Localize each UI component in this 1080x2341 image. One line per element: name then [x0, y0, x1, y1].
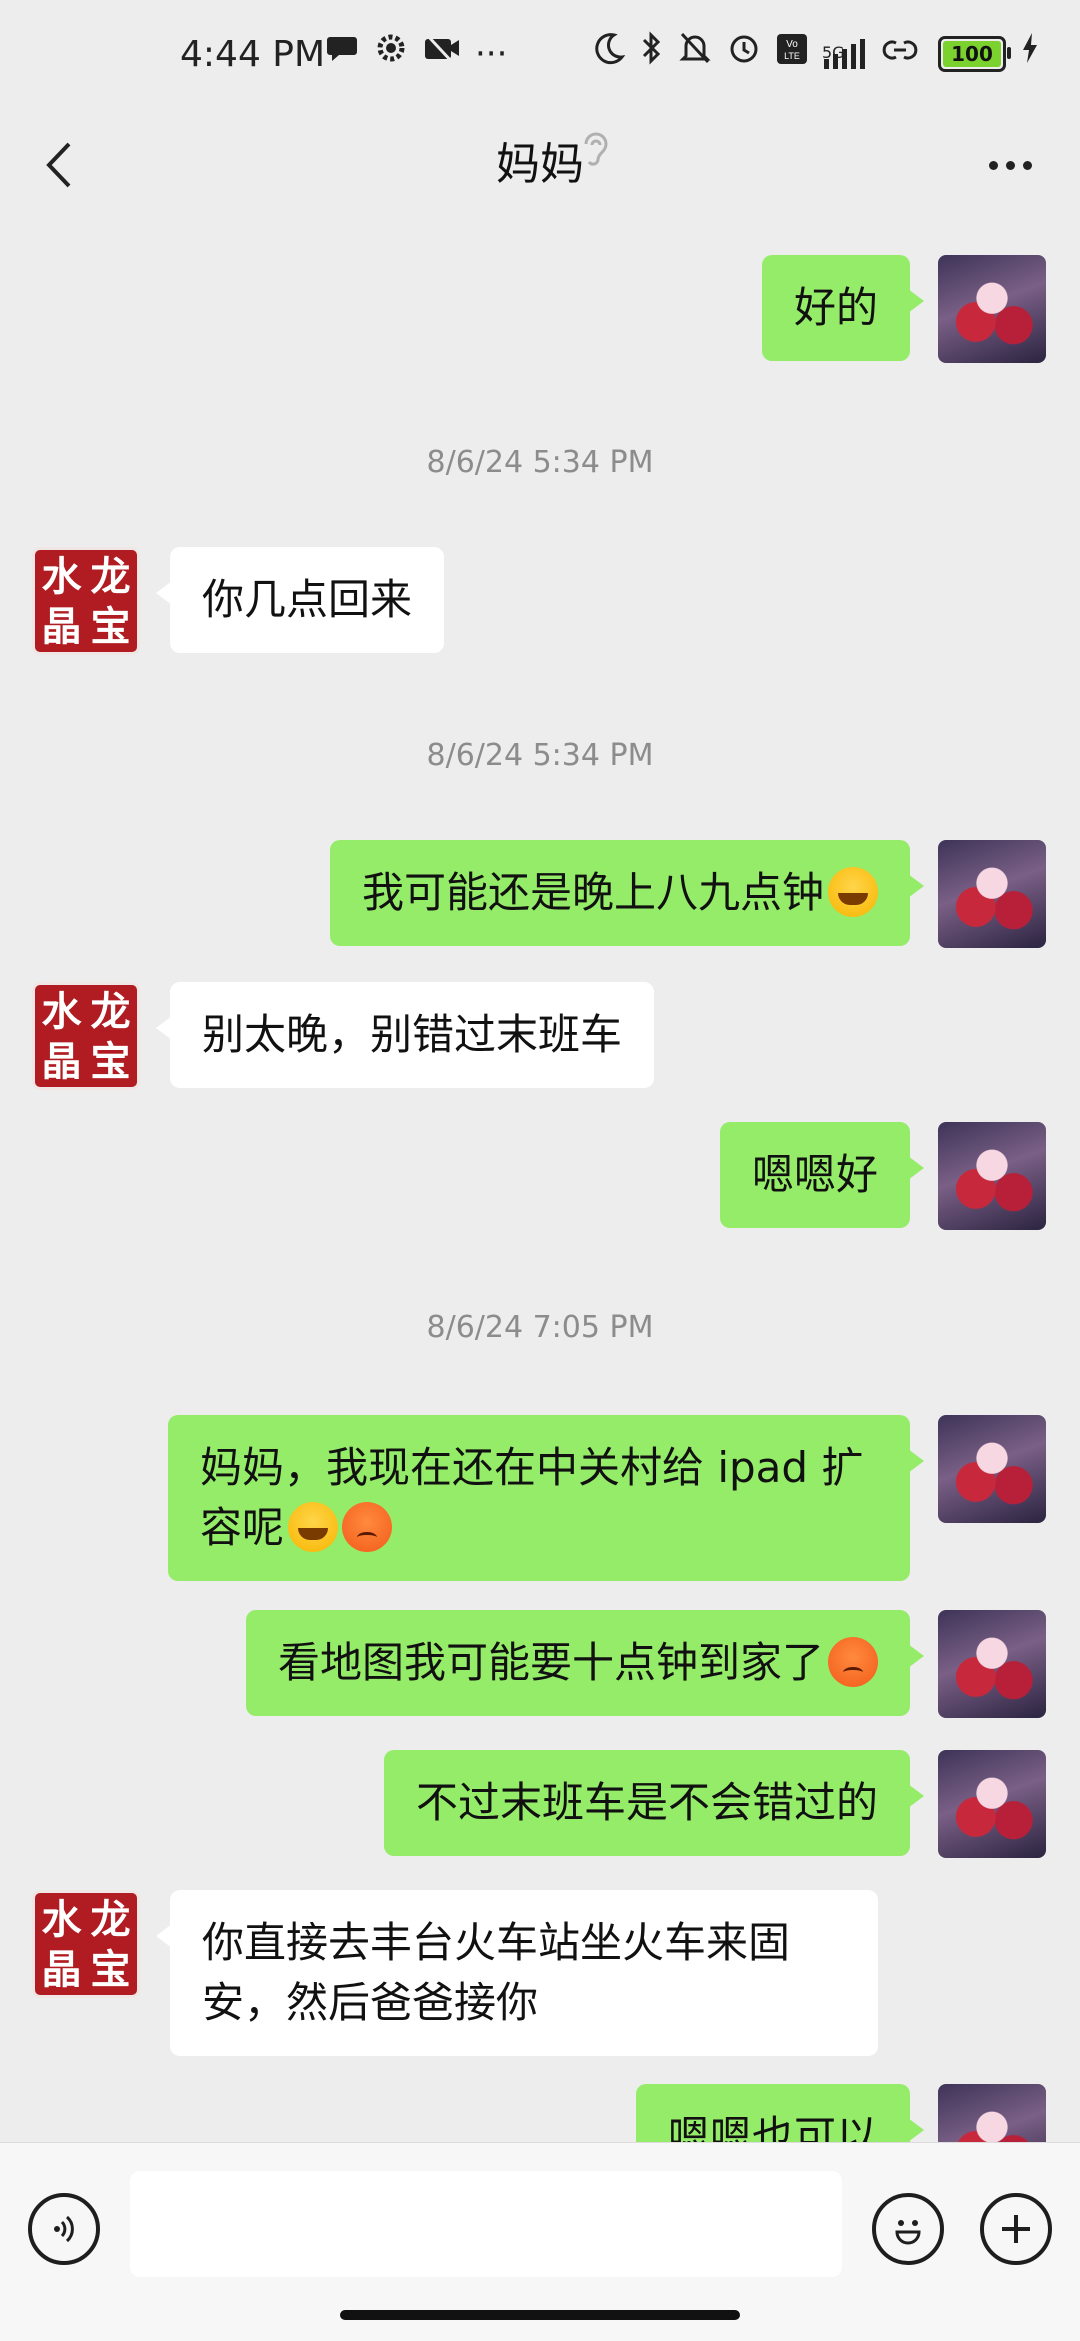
more-options-button[interactable]: [970, 130, 1050, 200]
svg-text:LTE: LTE: [784, 51, 800, 61]
message-text: 别太晚，别错过末班车: [202, 1010, 623, 1059]
message-timestamp: 8/6/24 5:34 PM: [426, 445, 654, 480]
status-left-icons: ···: [325, 30, 507, 77]
chat-message-list[interactable]: 好的 8/6/24 5:34 PM 水龙 晶宝 你几点回来 8/6/24 5:3…: [0, 220, 1080, 2142]
laughing-tears-emoji-icon: [828, 867, 878, 917]
message-text: 嗯嗯好: [751, 1150, 878, 1199]
message-bubble-sent[interactable]: 看地图我可能要十点钟到家了: [245, 1610, 925, 1716]
link-icon: [882, 32, 918, 76]
home-indicator[interactable]: [340, 2310, 740, 2320]
message-text: 看地图我可能要十点钟到家了: [277, 1638, 824, 1687]
message-bubble-sent[interactable]: 不过末班车是不会错过的: [383, 1750, 925, 1856]
my-avatar[interactable]: [938, 255, 1046, 363]
gear-icon: [373, 30, 409, 77]
svg-text:Vo: Vo: [786, 39, 798, 50]
moon-icon: [592, 31, 626, 76]
message-bubble-received[interactable]: 你直接去丰台火车站坐火车来固安，然后爸爸接你: [156, 1890, 878, 2056]
message-text: 你几点回来: [202, 575, 413, 624]
emoji-face-icon: [895, 2220, 921, 2245]
message-text: 你直接去丰台火车站坐火车来固安，然后爸爸接你: [202, 1918, 791, 2027]
more-dots-icon: [988, 160, 998, 170]
page-title: 妈妈: [496, 139, 584, 190]
my-avatar[interactable]: [938, 1750, 1046, 1858]
mom-avatar[interactable]: 水龙 晶宝: [32, 982, 140, 1090]
network-label: 5G: [822, 42, 845, 62]
message-bubble-sent[interactable]: 我可能还是晚上八九点钟: [329, 840, 925, 946]
message-timestamp: 8/6/24 5:34 PM: [426, 738, 654, 773]
volte-icon: Vo LTE: [776, 32, 808, 76]
message-bubble-received[interactable]: 你几点回来: [155, 547, 445, 653]
message-text-input[interactable]: [130, 2171, 842, 2277]
my-avatar[interactable]: [938, 2084, 1046, 2142]
status-bar: 4:44 PM ··· Vo LTE 5G 100: [0, 0, 1080, 110]
plus-icon: [1002, 2215, 1030, 2243]
message-bubble-sent[interactable]: 嗯嗯好: [719, 1122, 925, 1228]
my-avatar[interactable]: [938, 840, 1046, 948]
voice-input-button[interactable]: [28, 2193, 100, 2265]
more-functions-button[interactable]: [980, 2193, 1052, 2265]
message-text: 好的: [793, 283, 878, 332]
bell-off-icon: [678, 30, 712, 77]
charging-icon: [1020, 31, 1040, 76]
camera-off-icon: [423, 31, 461, 76]
laughing-tears-emoji-icon: [288, 1502, 339, 1552]
ear-icon: [578, 128, 614, 176]
my-avatar[interactable]: [938, 1122, 1046, 1230]
voice-icon: [54, 2215, 74, 2243]
chat-header: 妈妈: [0, 110, 1080, 220]
bluetooth-icon: [640, 30, 664, 77]
more-dots-icon: ···: [475, 33, 508, 74]
message-text: 我可能还是晚上八九点钟: [361, 868, 824, 917]
signal-icon: 5G: [822, 37, 868, 71]
angry-face-emoji-icon: [828, 1637, 878, 1687]
battery-level: 100: [951, 41, 993, 66]
message-bubble-sent[interactable]: 嗯嗯也可以: [635, 2084, 925, 2142]
mom-avatar[interactable]: 水龙 晶宝: [32, 547, 140, 655]
message-bubble-received[interactable]: 别太晚，别错过末班车: [155, 982, 655, 1088]
chat-bubble-icon: [325, 31, 359, 76]
alarm-icon: [726, 30, 762, 77]
my-avatar[interactable]: [938, 1610, 1046, 1718]
emoji-button[interactable]: [872, 2193, 944, 2265]
message-text: 不过末班车是不会错过的: [415, 1778, 878, 1827]
mom-avatar[interactable]: 水龙 晶宝: [32, 1890, 140, 1998]
message-bubble-sent[interactable]: 妈妈，我现在还在中关村给 ipad 扩容呢: [168, 1415, 924, 1581]
message-timestamp: 8/6/24 7:05 PM: [426, 1310, 654, 1345]
message-bubble-sent[interactable]: 好的: [761, 255, 925, 361]
status-time: 4:44 PM: [180, 34, 326, 75]
battery-icon: 100: [938, 35, 1011, 72]
status-right-icons: Vo LTE 5G 100: [592, 30, 1040, 77]
message-text: 嗯嗯也可以: [667, 2112, 878, 2142]
angry-face-emoji-icon: [342, 1502, 393, 1552]
my-avatar[interactable]: [938, 1415, 1046, 1523]
